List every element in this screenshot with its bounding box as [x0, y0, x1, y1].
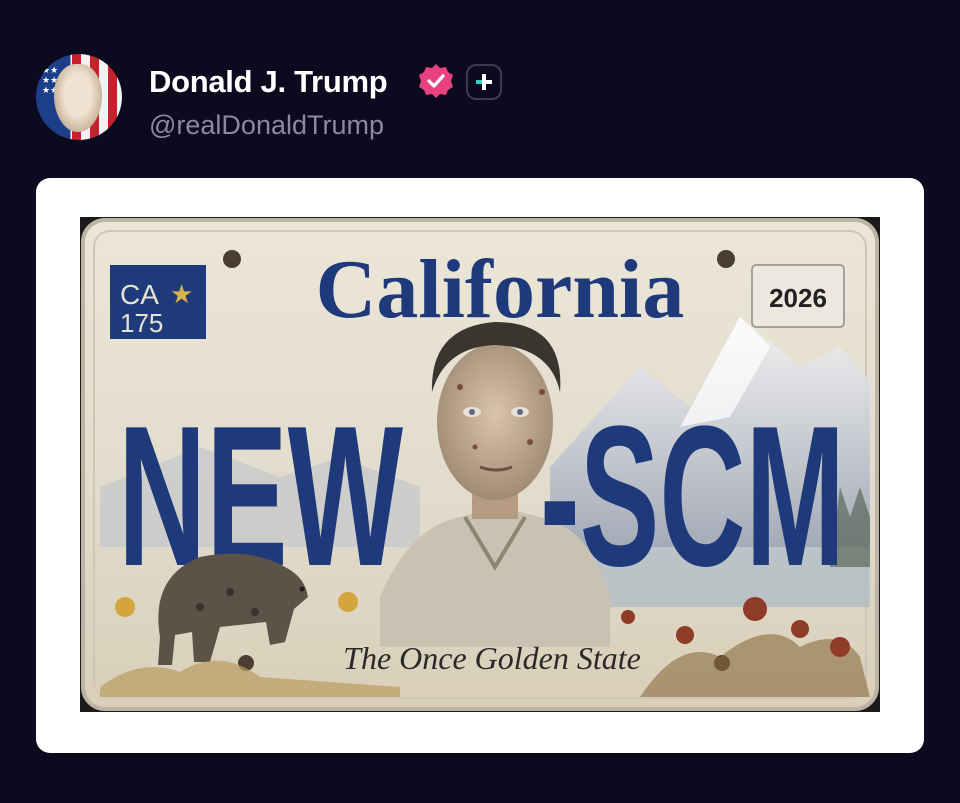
plate-number-right: -SCM [540, 385, 845, 608]
post-header: ★★ ★★★ ★★ Donald J. Trump @realDonaldTrump [36, 54, 636, 144]
subscribe-plus-button[interactable] [466, 64, 502, 100]
plate-slogan: The Once Golden State [343, 640, 641, 676]
license-plate-image[interactable]: CA ★ 175 California 2026 NEW -SCM The On… [80, 217, 880, 712]
ca-badge-line2: 175 [120, 308, 163, 338]
bolt-hole [717, 250, 735, 268]
plus-icon [476, 74, 492, 90]
ca-badge-line1: CA [120, 279, 159, 310]
verified-badge-icon [419, 64, 453, 98]
portrait-face [54, 64, 102, 132]
bolt-hole [223, 250, 241, 268]
plate-state-name: California [316, 243, 685, 336]
star-icon: ★ [170, 280, 193, 310]
year-sticker-text: 2026 [769, 283, 827, 313]
author-handle[interactable]: @realDonaldTrump [149, 110, 384, 141]
author-display-name[interactable]: Donald J. Trump [149, 64, 388, 100]
avatar[interactable]: ★★ ★★★ ★★ [36, 54, 122, 140]
